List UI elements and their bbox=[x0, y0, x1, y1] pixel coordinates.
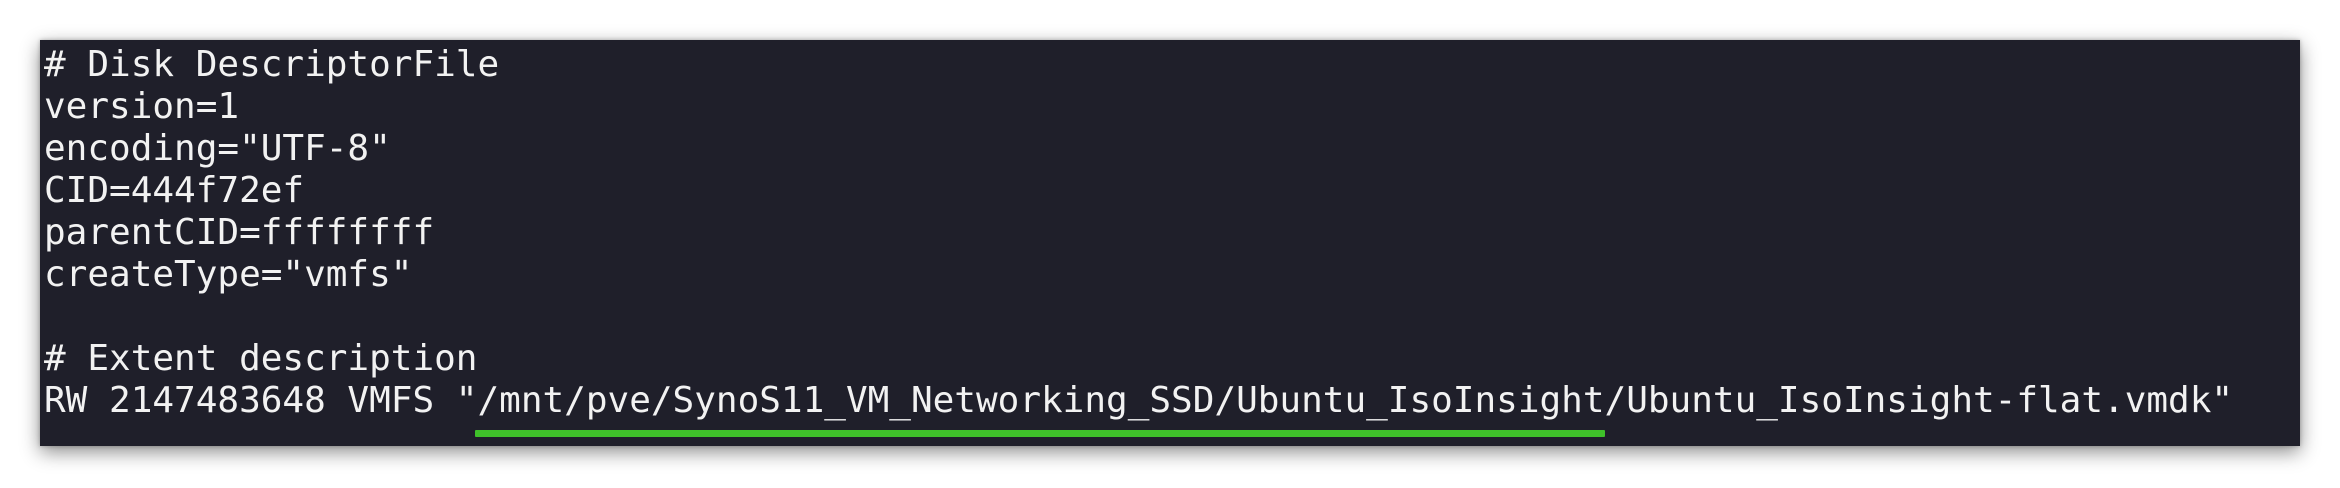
highlighted-path: /mnt/pve/SynoS11_VM_Networking_SSD/Ubunt… bbox=[475, 380, 1605, 437]
terminal-window: # Disk DescriptorFile version=1 encoding="… bbox=[40, 40, 2300, 446]
version-line: version=1 bbox=[44, 86, 240, 127]
descriptor-header-comment: # Disk DescriptorFile bbox=[44, 44, 500, 85]
parent-cid-line: parentCID=ffffffff bbox=[44, 212, 435, 253]
green-underline-marker bbox=[475, 430, 1605, 437]
cid-line: CID=444f72ef bbox=[44, 170, 305, 211]
extent-line-prefix: RW 2147483648 VMFS " bbox=[44, 380, 478, 421]
extent-line: RW 2147483648 VMFS "/mnt/pve/SynoS11_VM_… bbox=[44, 380, 2296, 437]
vmdk-descriptor-text[interactable]: # Disk DescriptorFile version=1 encoding="… bbox=[44, 44, 2296, 437]
encoding-line: encoding="UTF-8" bbox=[44, 128, 391, 169]
extent-line-suffix: /Ubuntu_IsoInsight-flat.vmdk" bbox=[1604, 380, 2234, 421]
highlighted-path-text: /mnt/pve/SynoS11_VM_Networking_SSD/Ubunt… bbox=[477, 380, 1605, 421]
create-type-line: createType="vmfs" bbox=[44, 254, 413, 295]
extent-description-comment: # Extent description bbox=[44, 338, 478, 379]
